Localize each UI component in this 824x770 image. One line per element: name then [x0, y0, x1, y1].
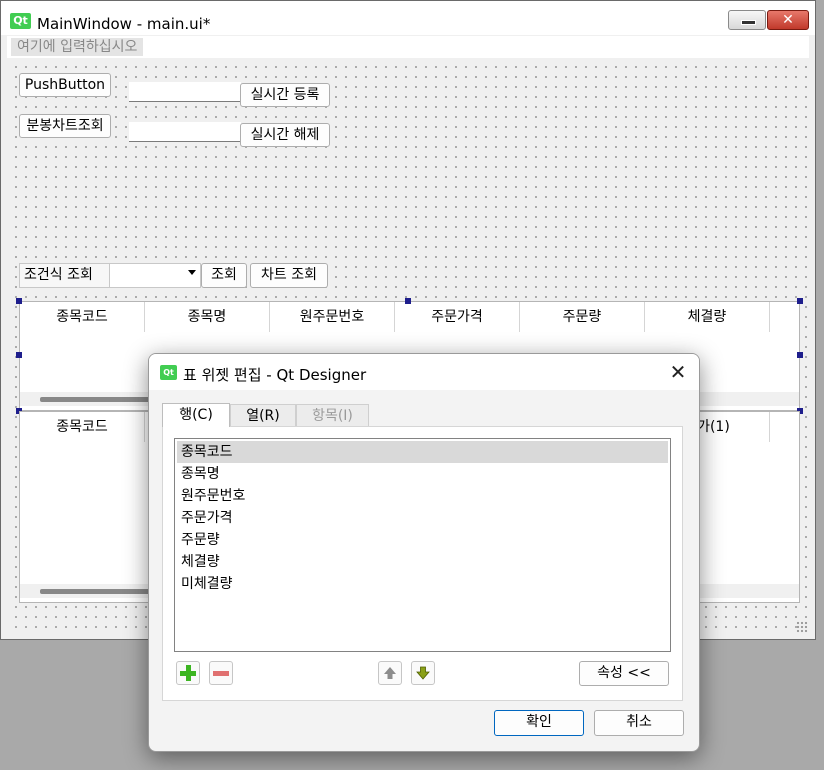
ok-button[interactable]: 확인: [494, 710, 584, 736]
table-header[interactable]: 종목코드: [20, 302, 145, 332]
list-item[interactable]: 주문가격: [177, 507, 668, 529]
selection-handle[interactable]: [16, 352, 22, 358]
qt-logo-icon: Qt: [10, 13, 31, 29]
table-header[interactable]: 원주문번호: [270, 302, 395, 332]
minimize-icon: [741, 20, 756, 25]
minute-chart-query-button[interactable]: 분봉차트조회: [19, 114, 111, 138]
chart-query-button[interactable]: 차트 조회: [250, 263, 328, 288]
table-header[interactable]: 종목명: [145, 302, 270, 332]
list-item[interactable]: 원주문번호: [177, 485, 668, 507]
chevron-down-icon: [188, 270, 196, 275]
list-item[interactable]: 주문량: [177, 529, 668, 551]
list-item[interactable]: 체결량: [177, 551, 668, 573]
list-item[interactable]: 종목코드: [177, 441, 668, 463]
close-icon: ✕: [782, 12, 794, 28]
move-up-button[interactable]: [378, 661, 402, 685]
resize-grip-icon[interactable]: [796, 621, 808, 633]
arrow-up-icon: [384, 667, 396, 679]
selection-handle[interactable]: [405, 298, 411, 304]
add-row-button[interactable]: [176, 661, 200, 685]
cancel-button[interactable]: 취소: [594, 710, 684, 736]
close-icon: ✕: [669, 360, 687, 384]
tab-columns[interactable]: 열(R): [230, 404, 296, 426]
properties-toggle-button[interactable]: 속성 <<: [579, 661, 669, 686]
move-down-button[interactable]: [411, 661, 435, 685]
tab-items[interactable]: 항목(I): [296, 404, 369, 426]
condition-combo[interactable]: [109, 263, 201, 288]
selection-handle[interactable]: [797, 298, 803, 304]
query-button[interactable]: 조회: [201, 263, 247, 288]
realtime-unregister-button[interactable]: 실시간 해제: [240, 123, 330, 147]
code-input-1[interactable]: [129, 82, 241, 102]
table-header[interactable]: 체결량: [645, 302, 770, 332]
minimize-button[interactable]: [728, 10, 766, 30]
table-header[interactable]: 주문가격: [395, 302, 520, 332]
arrow-down-icon: [416, 666, 430, 680]
table-widget-editor-dialog: Qt 표 위젯 편집 - Qt Designer ✕ 행(C) 열(R) 항목(…: [148, 353, 700, 752]
list-item[interactable]: 미체결량: [177, 573, 668, 595]
dialog-title-bar: Qt 표 위젯 편집 - Qt Designer ✕: [149, 354, 699, 390]
push-button[interactable]: PushButton: [19, 73, 111, 97]
realtime-register-button[interactable]: 실시간 등록: [240, 83, 330, 107]
condition-label: 조건식 조회: [19, 263, 110, 288]
close-button[interactable]: ✕: [767, 10, 809, 30]
list-item[interactable]: 종목명: [177, 463, 668, 485]
selection-handle[interactable]: [16, 298, 22, 304]
tab-rows[interactable]: 행(C): [162, 403, 230, 427]
menu-placeholder[interactable]: 여기에 입력하십시오: [11, 38, 144, 56]
remove-row-button[interactable]: [209, 661, 233, 685]
dialog-close-button[interactable]: ✕: [666, 361, 690, 383]
row-list[interactable]: 종목코드 종목명 원주문번호 주문가격 주문량 체결량 미체결량: [174, 438, 671, 652]
table-header[interactable]: 종목코드: [20, 412, 145, 442]
window-title: MainWindow - main.ui*: [37, 15, 211, 33]
title-bar: Qt MainWindow - main.ui* ✕: [1, 1, 815, 35]
table-header[interactable]: 주문량: [520, 302, 645, 332]
dialog-title: 표 위젯 편집 - Qt Designer: [183, 366, 367, 384]
selection-handle[interactable]: [797, 352, 803, 358]
code-input-2[interactable]: [129, 122, 241, 142]
qt-designer-icon: Qt: [160, 365, 177, 380]
